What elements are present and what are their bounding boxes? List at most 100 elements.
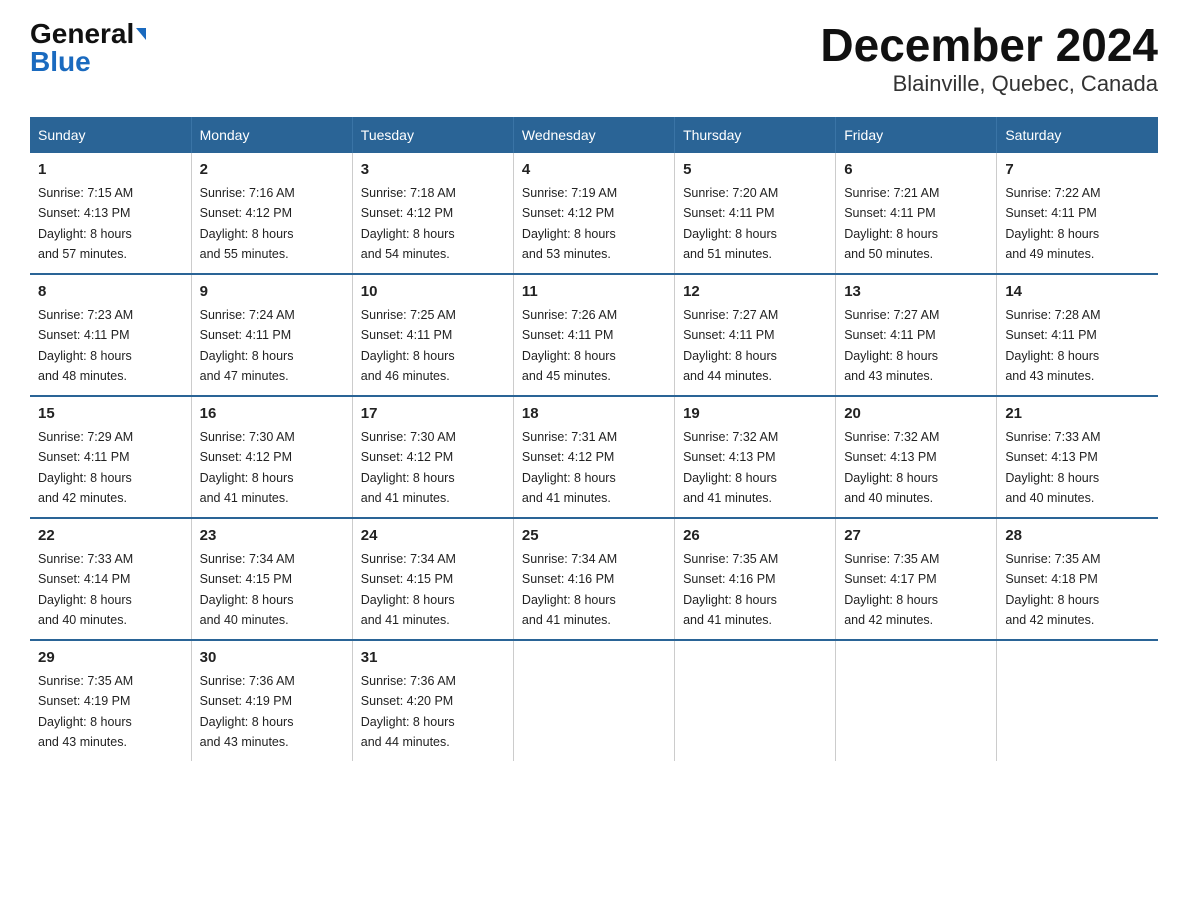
day-number: 18 [522,403,666,426]
day-cell [675,640,836,761]
calendar-subtitle: Blainville, Quebec, Canada [820,71,1158,97]
day-cell: 3 Sunrise: 7:18 AMSunset: 4:12 PMDaylight… [352,153,513,274]
day-cell: 31 Sunrise: 7:36 AMSunset: 4:20 PMDayligh… [352,640,513,761]
day-number: 11 [522,281,666,304]
logo-arrow-icon [136,28,146,40]
day-cell: 30 Sunrise: 7:36 AMSunset: 4:19 PMDayligh… [191,640,352,761]
day-number: 20 [844,403,988,426]
day-info: Sunrise: 7:28 AMSunset: 4:11 PMDaylight:… [1005,308,1100,383]
day-info: Sunrise: 7:20 AMSunset: 4:11 PMDaylight:… [683,186,778,261]
day-cell: 24Sunrise: 7:34 AMSunset: 4:15 PMDayligh… [352,518,513,640]
day-cell: 21 Sunrise: 7:33 AMSunset: 4:13 PMDayligh… [997,396,1158,518]
day-cell: 28 Sunrise: 7:35 AMSunset: 4:18 PMDayligh… [997,518,1158,640]
day-cell: 20Sunrise: 7:32 AMSunset: 4:13 PMDayligh… [836,396,997,518]
day-info: Sunrise: 7:30 AMSunset: 4:12 PMDaylight:… [361,430,456,505]
day-number: 2 [200,159,344,182]
day-cell: 29Sunrise: 7:35 AMSunset: 4:19 PMDayligh… [30,640,191,761]
day-cell: 1Sunrise: 7:15 AMSunset: 4:13 PMDaylight… [30,153,191,274]
day-info: Sunrise: 7:18 AMSunset: 4:12 PMDaylight:… [361,186,456,261]
day-number: 7 [1005,159,1150,182]
header-cell-monday: Monday [191,117,352,153]
header-cell-wednesday: Wednesday [513,117,674,153]
day-cell: 12Sunrise: 7:27 AMSunset: 4:11 PMDayligh… [675,274,836,396]
day-info: Sunrise: 7:36 AMSunset: 4:19 PMDaylight:… [200,674,295,749]
day-cell: 7 Sunrise: 7:22 AMSunset: 4:11 PMDaylight… [997,153,1158,274]
day-cell: 4Sunrise: 7:19 AMSunset: 4:12 PMDaylight… [513,153,674,274]
day-info: Sunrise: 7:29 AMSunset: 4:11 PMDaylight:… [38,430,133,505]
calendar-table: SundayMondayTuesdayWednesdayThursdayFrid… [30,117,1158,761]
day-number: 4 [522,159,666,182]
page-header: General Blue December 2024 Blainville, Q… [30,20,1158,97]
title-block: December 2024 Blainville, Quebec, Canada [820,20,1158,97]
week-row-5: 29Sunrise: 7:35 AMSunset: 4:19 PMDayligh… [30,640,1158,761]
day-cell: 18 Sunrise: 7:31 AMSunset: 4:12 PMDayligh… [513,396,674,518]
day-info: Sunrise: 7:22 AMSunset: 4:11 PMDaylight:… [1005,186,1100,261]
day-info: Sunrise: 7:16 AMSunset: 4:12 PMDaylight:… [200,186,295,261]
week-row-4: 22 Sunrise: 7:33 AMSunset: 4:14 PMDayligh… [30,518,1158,640]
day-number: 19 [683,403,827,426]
day-info: Sunrise: 7:36 AMSunset: 4:20 PMDaylight:… [361,674,456,749]
calendar-title: December 2024 [820,20,1158,71]
day-number: 3 [361,159,505,182]
day-cell: 14 Sunrise: 7:28 AMSunset: 4:11 PMDayligh… [997,274,1158,396]
day-cell: 25 Sunrise: 7:34 AMSunset: 4:16 PMDayligh… [513,518,674,640]
day-info: Sunrise: 7:35 AMSunset: 4:18 PMDaylight:… [1005,552,1100,627]
day-info: Sunrise: 7:15 AMSunset: 4:13 PMDaylight:… [38,186,133,261]
day-info: Sunrise: 7:30 AMSunset: 4:12 PMDaylight:… [200,430,295,505]
day-number: 28 [1005,525,1150,548]
day-cell: 8 Sunrise: 7:23 AMSunset: 4:11 PMDaylight… [30,274,191,396]
logo-general-text: General [30,20,134,48]
day-info: Sunrise: 7:25 AMSunset: 4:11 PMDaylight:… [361,308,456,383]
day-info: Sunrise: 7:27 AMSunset: 4:11 PMDaylight:… [844,308,939,383]
day-info: Sunrise: 7:33 AMSunset: 4:13 PMDaylight:… [1005,430,1100,505]
day-info: Sunrise: 7:35 AMSunset: 4:16 PMDaylight:… [683,552,778,627]
day-number: 8 [38,281,183,304]
day-cell: 5 Sunrise: 7:20 AMSunset: 4:11 PMDaylight… [675,153,836,274]
day-cell: 11Sunrise: 7:26 AMSunset: 4:11 PMDayligh… [513,274,674,396]
day-info: Sunrise: 7:31 AMSunset: 4:12 PMDaylight:… [522,430,617,505]
day-info: Sunrise: 7:23 AMSunset: 4:11 PMDaylight:… [38,308,133,383]
day-cell: 6Sunrise: 7:21 AMSunset: 4:11 PMDaylight… [836,153,997,274]
day-number: 24 [361,525,505,548]
header-cell-saturday: Saturday [997,117,1158,153]
week-row-2: 8 Sunrise: 7:23 AMSunset: 4:11 PMDaylight… [30,274,1158,396]
day-cell: 9Sunrise: 7:24 AMSunset: 4:11 PMDaylight… [191,274,352,396]
day-cell: 13 Sunrise: 7:27 AMSunset: 4:11 PMDayligh… [836,274,997,396]
week-row-3: 15 Sunrise: 7:29 AMSunset: 4:11 PMDayligh… [30,396,1158,518]
day-cell: 17 Sunrise: 7:30 AMSunset: 4:12 PMDayligh… [352,396,513,518]
day-info: Sunrise: 7:33 AMSunset: 4:14 PMDaylight:… [38,552,133,627]
day-cell: 19 Sunrise: 7:32 AMSunset: 4:13 PMDayligh… [675,396,836,518]
day-cell: 23Sunrise: 7:34 AMSunset: 4:15 PMDayligh… [191,518,352,640]
day-number: 14 [1005,281,1150,304]
header-cell-friday: Friday [836,117,997,153]
day-cell: 16 Sunrise: 7:30 AMSunset: 4:12 PMDayligh… [191,396,352,518]
day-number: 23 [200,525,344,548]
day-cell: 10 Sunrise: 7:25 AMSunset: 4:11 PMDayligh… [352,274,513,396]
day-cell: 2 Sunrise: 7:16 AMSunset: 4:12 PMDaylight… [191,153,352,274]
day-number: 22 [38,525,183,548]
day-number: 5 [683,159,827,182]
day-number: 15 [38,403,183,426]
logo: General Blue [30,20,146,76]
day-number: 9 [200,281,344,304]
day-info: Sunrise: 7:32 AMSunset: 4:13 PMDaylight:… [683,430,778,505]
day-number: 27 [844,525,988,548]
calendar-header: SundayMondayTuesdayWednesdayThursdayFrid… [30,117,1158,153]
header-cell-sunday: Sunday [30,117,191,153]
day-number: 13 [844,281,988,304]
day-cell: 15 Sunrise: 7:29 AMSunset: 4:11 PMDayligh… [30,396,191,518]
logo-blue-text: Blue [30,48,91,76]
header-row: SundayMondayTuesdayWednesdayThursdayFrid… [30,117,1158,153]
day-number: 17 [361,403,505,426]
day-number: 21 [1005,403,1150,426]
day-info: Sunrise: 7:34 AMSunset: 4:16 PMDaylight:… [522,552,617,627]
day-cell [836,640,997,761]
day-number: 30 [200,647,344,670]
header-cell-thursday: Thursday [675,117,836,153]
day-info: Sunrise: 7:35 AMSunset: 4:19 PMDaylight:… [38,674,133,749]
day-number: 10 [361,281,505,304]
day-number: 16 [200,403,344,426]
day-info: Sunrise: 7:21 AMSunset: 4:11 PMDaylight:… [844,186,939,261]
day-number: 25 [522,525,666,548]
day-number: 31 [361,647,505,670]
